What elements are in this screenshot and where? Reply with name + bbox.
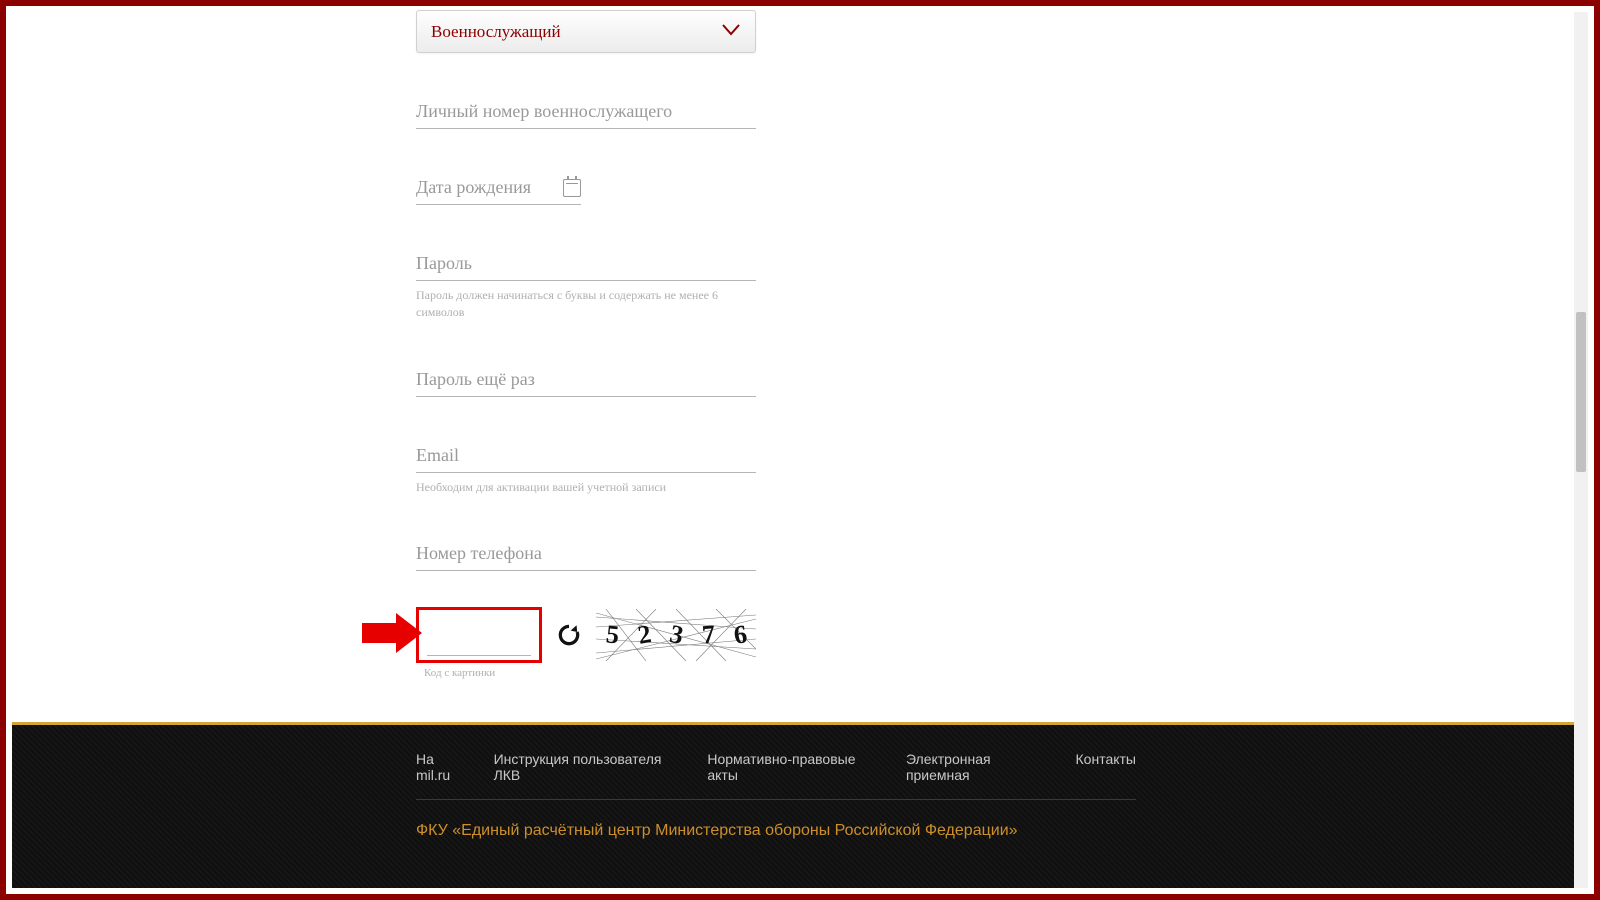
annotation-arrow-icon: [396, 613, 422, 653]
personal-number-field[interactable]: Личный номер военнослужащего: [416, 101, 756, 129]
footer-link[interactable]: Нормативно-правовые акты: [707, 751, 882, 783]
field-hint: Необходим для активации вашей учетной за…: [416, 479, 756, 496]
captcha-image: 5 2 3 7 6: [596, 609, 756, 661]
captcha-digit: 7: [700, 620, 715, 651]
captcha-label: Код с картинки: [424, 667, 495, 679]
category-dropdown[interactable]: Военнослужащий: [416, 10, 756, 53]
reload-captcha-button[interactable]: [556, 622, 582, 648]
field-label: Личный номер военнослужащего: [416, 101, 672, 121]
password-field[interactable]: Пароль Пароль должен начинаться с буквы …: [416, 253, 756, 321]
captcha-digit: 5: [604, 620, 620, 651]
footer: На mil.ru Инструкция пользователя ЛКВ Но…: [12, 725, 1578, 888]
field-label: Номер телефона: [416, 543, 542, 563]
form-content: Военнослужащий Личный номер военнослужащ…: [6, 6, 1594, 718]
chevron-down-icon: [721, 21, 741, 42]
field-label: Email: [416, 445, 459, 465]
field-label: Пароль: [416, 253, 472, 273]
captcha-digit: 3: [667, 619, 686, 651]
captcha-row: Код с картинки 5 2 3 7 6: [416, 607, 1554, 663]
footer-title: ФКУ «Единый расчётный центр Министерства…: [416, 822, 1578, 840]
field-label: Пароль ещё раз: [416, 369, 535, 389]
scrollbar-thumb[interactable]: [1576, 312, 1586, 472]
calendar-icon[interactable]: [563, 179, 581, 197]
footer-link[interactable]: Электронная приемная: [906, 751, 1052, 783]
phone-field[interactable]: Номер телефона: [416, 543, 756, 571]
annotation-arrow-icon: [362, 623, 396, 643]
dob-field[interactable]: Дата рождения: [416, 177, 581, 205]
email-field[interactable]: Email Необходим для активации вашей учет…: [416, 445, 756, 496]
footer-link[interactable]: Контакты: [1076, 751, 1136, 783]
footer-link[interactable]: Инструкция пользователя ЛКВ: [494, 751, 684, 783]
footer-nav: На mil.ru Инструкция пользователя ЛКВ Но…: [416, 725, 1136, 800]
footer-link[interactable]: На mil.ru: [416, 751, 470, 783]
dropdown-value: Военнослужащий: [431, 22, 561, 42]
captcha-digit: 2: [635, 619, 653, 651]
captcha-input[interactable]: [416, 607, 542, 663]
captcha-digit: 6: [731, 620, 748, 652]
scrollbar[interactable]: [1574, 12, 1588, 888]
field-label: Дата рождения: [416, 177, 531, 198]
field-hint: Пароль должен начинаться с буквы и содер…: [416, 287, 756, 321]
password-confirm-field[interactable]: Пароль ещё раз: [416, 369, 756, 397]
